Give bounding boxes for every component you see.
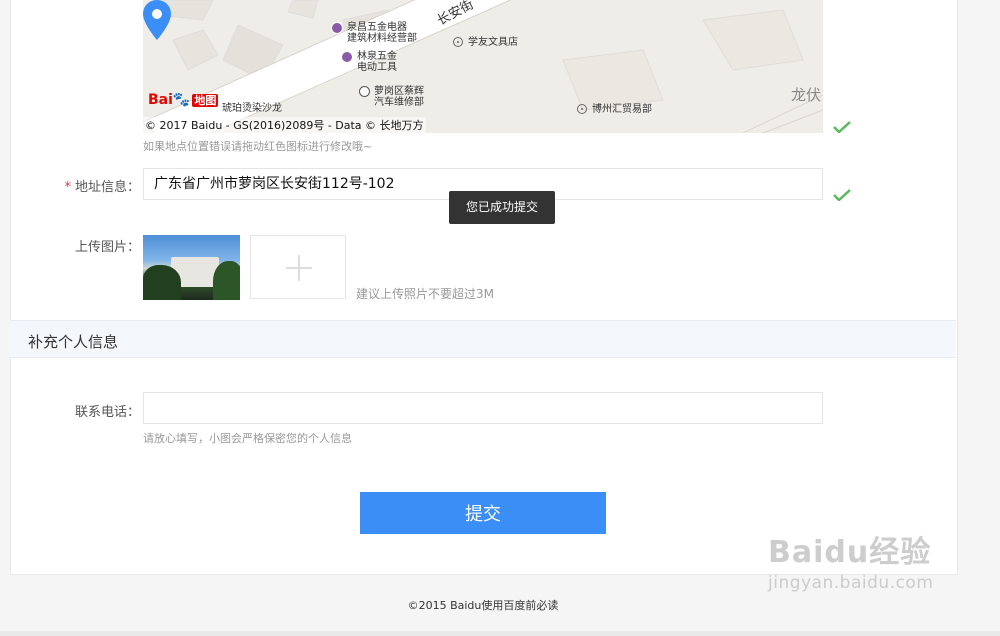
address-label: * 地址信息：	[40, 176, 140, 195]
plus-icon	[298, 255, 300, 281]
poi-icon	[341, 51, 353, 63]
poi-label: 建筑材料经营部	[347, 33, 417, 44]
upload-label: 上传图片：	[74, 240, 140, 255]
poi-label: 萝岗区蔡辉	[374, 86, 424, 97]
upload-hint: 建议上传照片不要超过3M	[356, 287, 494, 301]
poi-label: 学友文具店	[468, 37, 518, 48]
poi-label: 电动工具	[357, 62, 397, 73]
section-header: 补充个人信息	[10, 320, 956, 358]
logo-map-text: 地图	[192, 94, 219, 107]
section-title: 补充个人信息	[28, 333, 119, 351]
uploaded-photo-thumbnail[interactable]	[143, 235, 240, 300]
check-icon	[833, 121, 851, 133]
map-view[interactable]: 长安街 龙伏 泉昌五金电器 建筑材料经营部 林泉五金 电动工具 萝岗区蔡辉 汽车维修部…	[143, 0, 823, 133]
phone-input[interactable]	[143, 392, 823, 424]
footer-text[interactable]: ©2015 Baidu使用百度前必读	[0, 597, 966, 613]
poi-icon	[453, 37, 463, 47]
address-value: 广东省广州市萝岗区长安街112号-102	[154, 176, 395, 192]
poi-salon[interactable]: 琥珀烫染沙龙	[222, 103, 282, 114]
submit-button[interactable]: 提交	[360, 492, 606, 534]
photo-tree	[213, 261, 240, 300]
poi-icon	[577, 104, 587, 114]
poi-label: 泉昌五金电器	[347, 22, 407, 33]
required-mark: *	[64, 180, 71, 195]
paw-icon: 🐾	[172, 92, 191, 108]
watermark-title: Baidu经验	[768, 535, 932, 570]
map-hint: 如果地点位置错误请拖动红色图标进行修改哦~	[143, 140, 373, 153]
poi-icon	[331, 22, 343, 34]
car-icon	[359, 86, 370, 97]
poi-trade[interactable]: 博州汇贸易部	[577, 104, 652, 115]
photo-tree	[143, 265, 181, 300]
address-label-text: 地址信息：	[74, 180, 140, 195]
baidu-jingyan-watermark: Baidu经验 jingyan.baidu.com	[768, 527, 933, 593]
map-copyright: © 2017 Baidu - GS(2016)2089号 - Data © 长地…	[143, 117, 426, 133]
baidu-map-logo: Bai🐾 地图	[148, 92, 219, 108]
poi-power-tools[interactable]: 林泉五金 电动工具	[341, 51, 397, 73]
phone-hint: 请放心填写，小图会严格保密您的个人信息	[143, 432, 352, 445]
logo-text: Bai	[148, 92, 173, 108]
add-photo-button[interactable]	[250, 235, 346, 299]
phone-label: 联系电话：	[74, 405, 140, 420]
success-toast: 您已成功提交	[449, 191, 555, 224]
poi-stationery[interactable]: 学友文具店	[453, 37, 518, 48]
location-pin-icon[interactable]	[143, 0, 171, 44]
poi-label: 汽车维修部	[374, 97, 424, 108]
poi-car-repair[interactable]: 萝岗区蔡辉 汽车维修部	[359, 86, 424, 108]
poi-label: 琥珀烫染沙龙	[222, 103, 282, 114]
area-label: 龙伏	[791, 86, 822, 104]
poi-hardware-store[interactable]: 泉昌五金电器 建筑材料经营部	[331, 22, 417, 44]
page-bottom-bar	[0, 631, 1000, 636]
poi-label: 林泉五金	[357, 51, 397, 62]
poi-label: 博州汇贸易部	[592, 104, 652, 115]
watermark-url: jingyan.baidu.com	[768, 573, 934, 593]
check-icon	[833, 189, 851, 201]
